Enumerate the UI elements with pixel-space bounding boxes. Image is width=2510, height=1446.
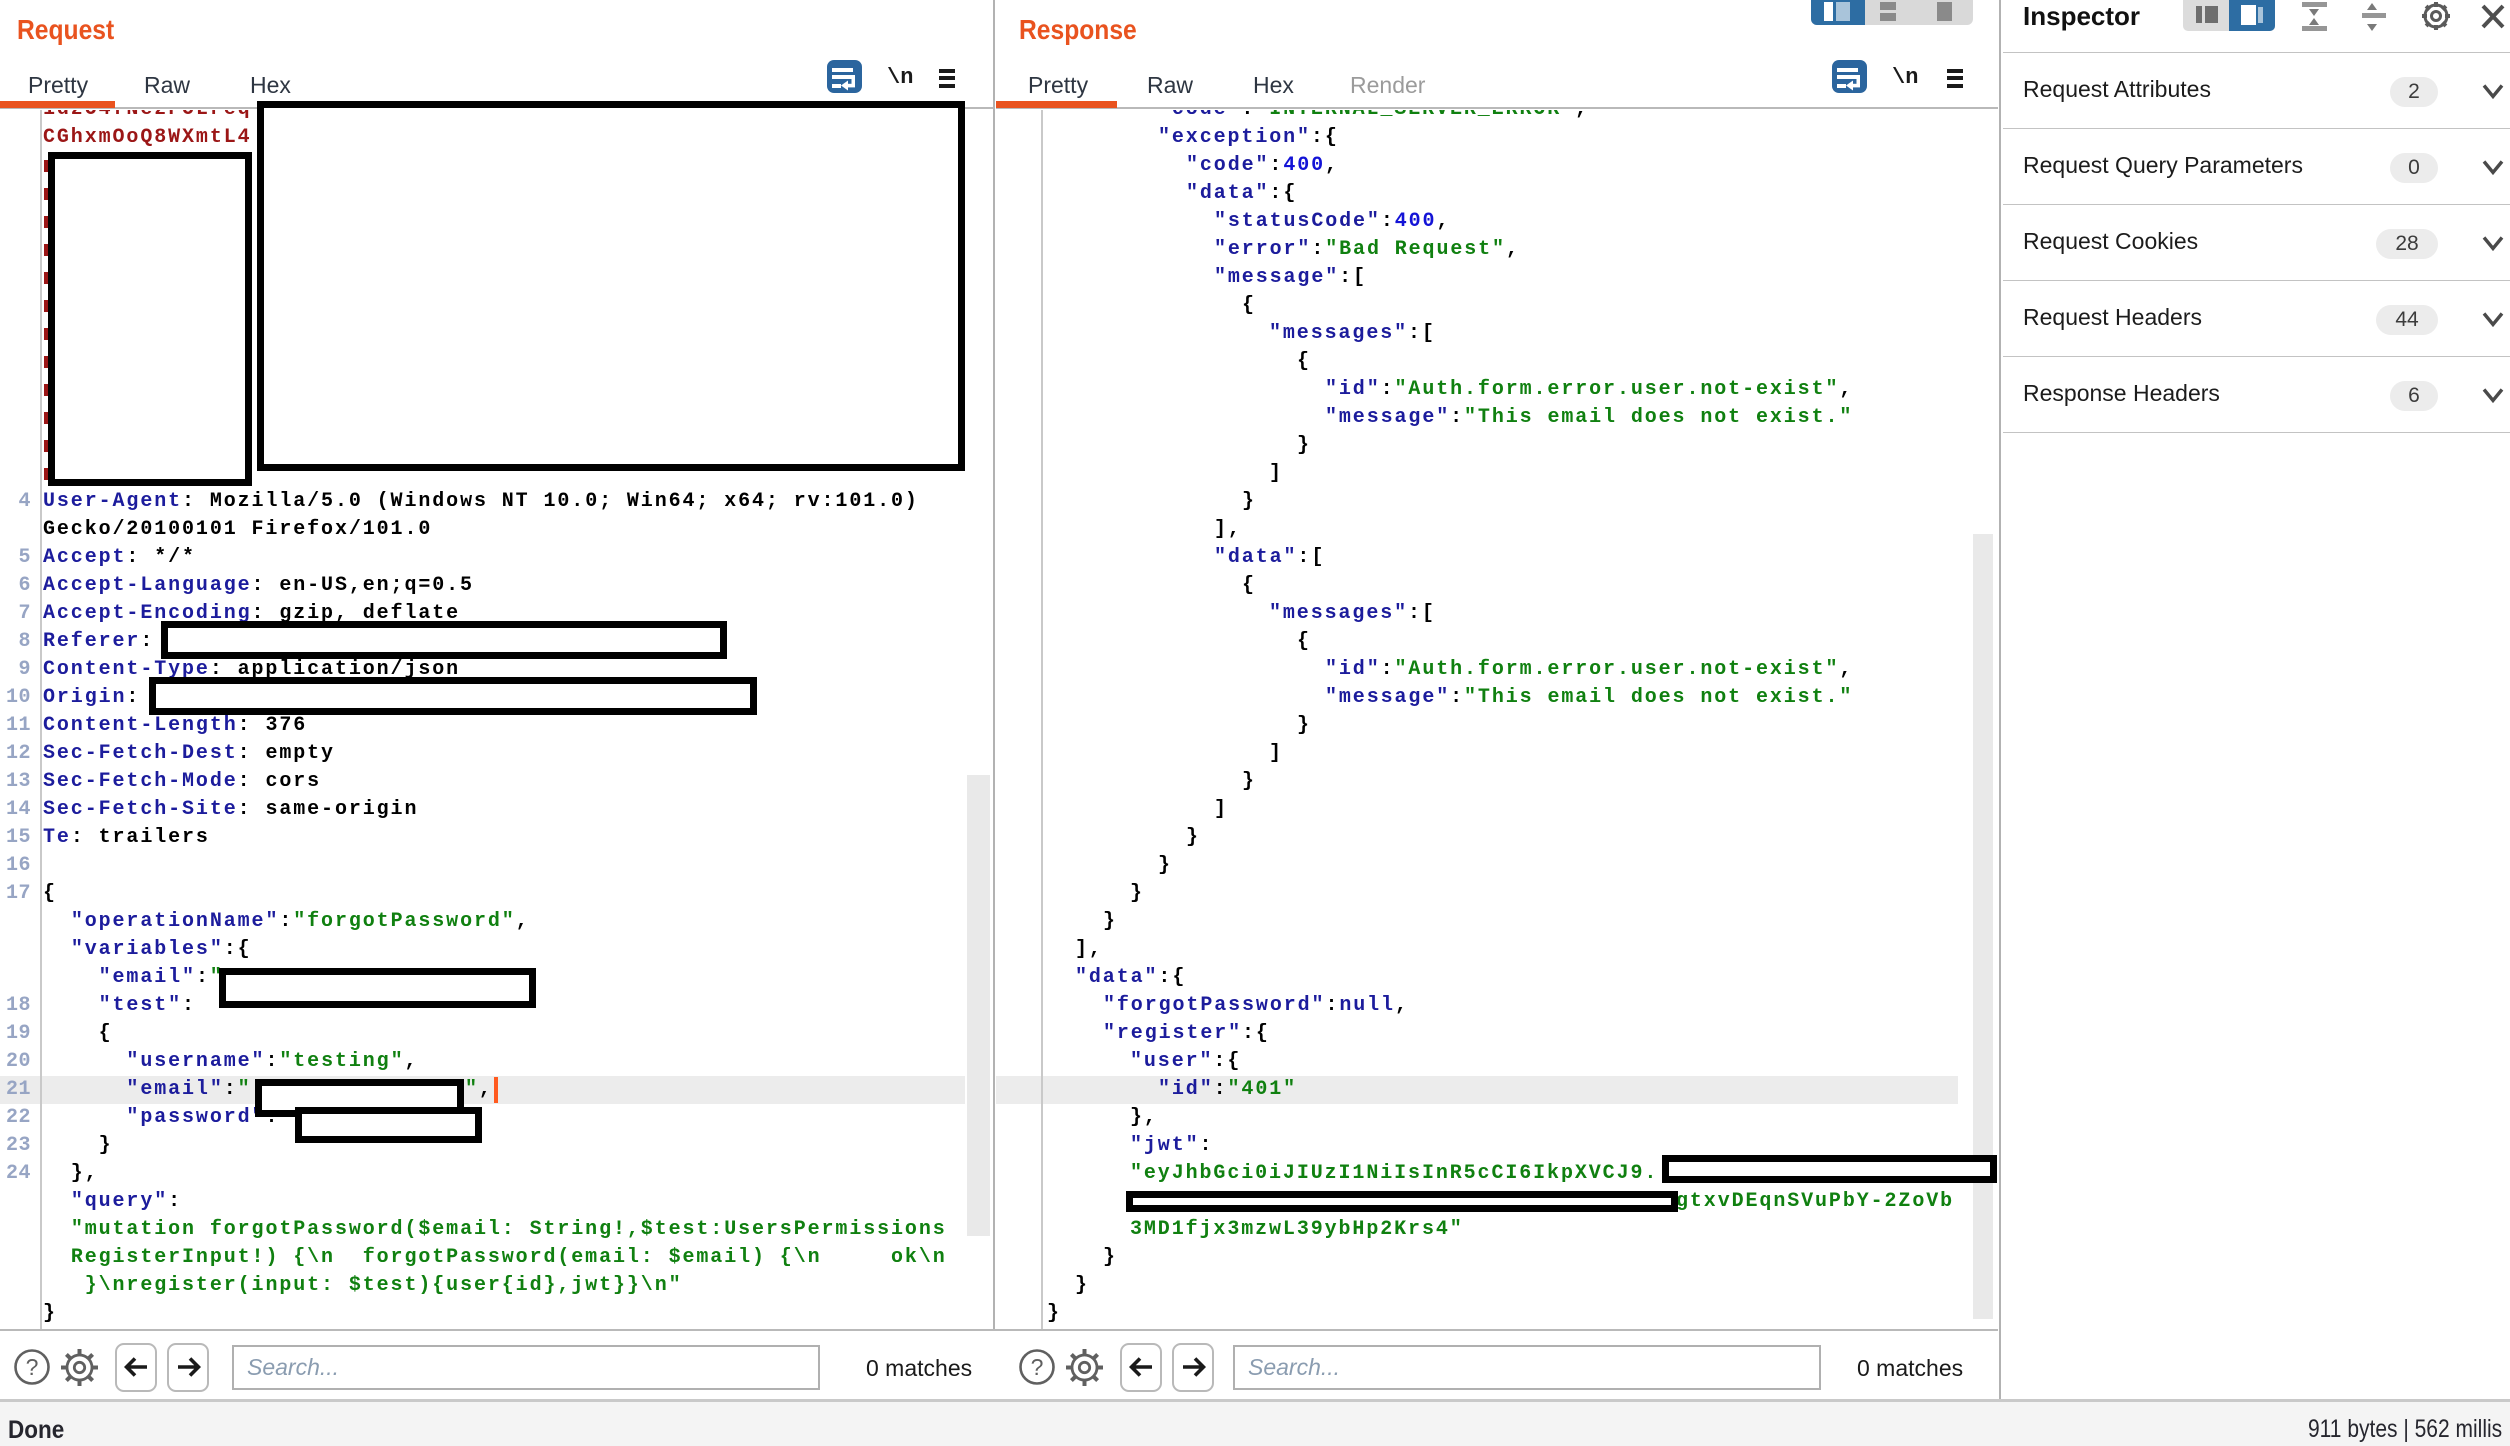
svg-text:?: ?: [26, 1354, 39, 1380]
svg-text:?: ?: [1031, 1354, 1044, 1380]
